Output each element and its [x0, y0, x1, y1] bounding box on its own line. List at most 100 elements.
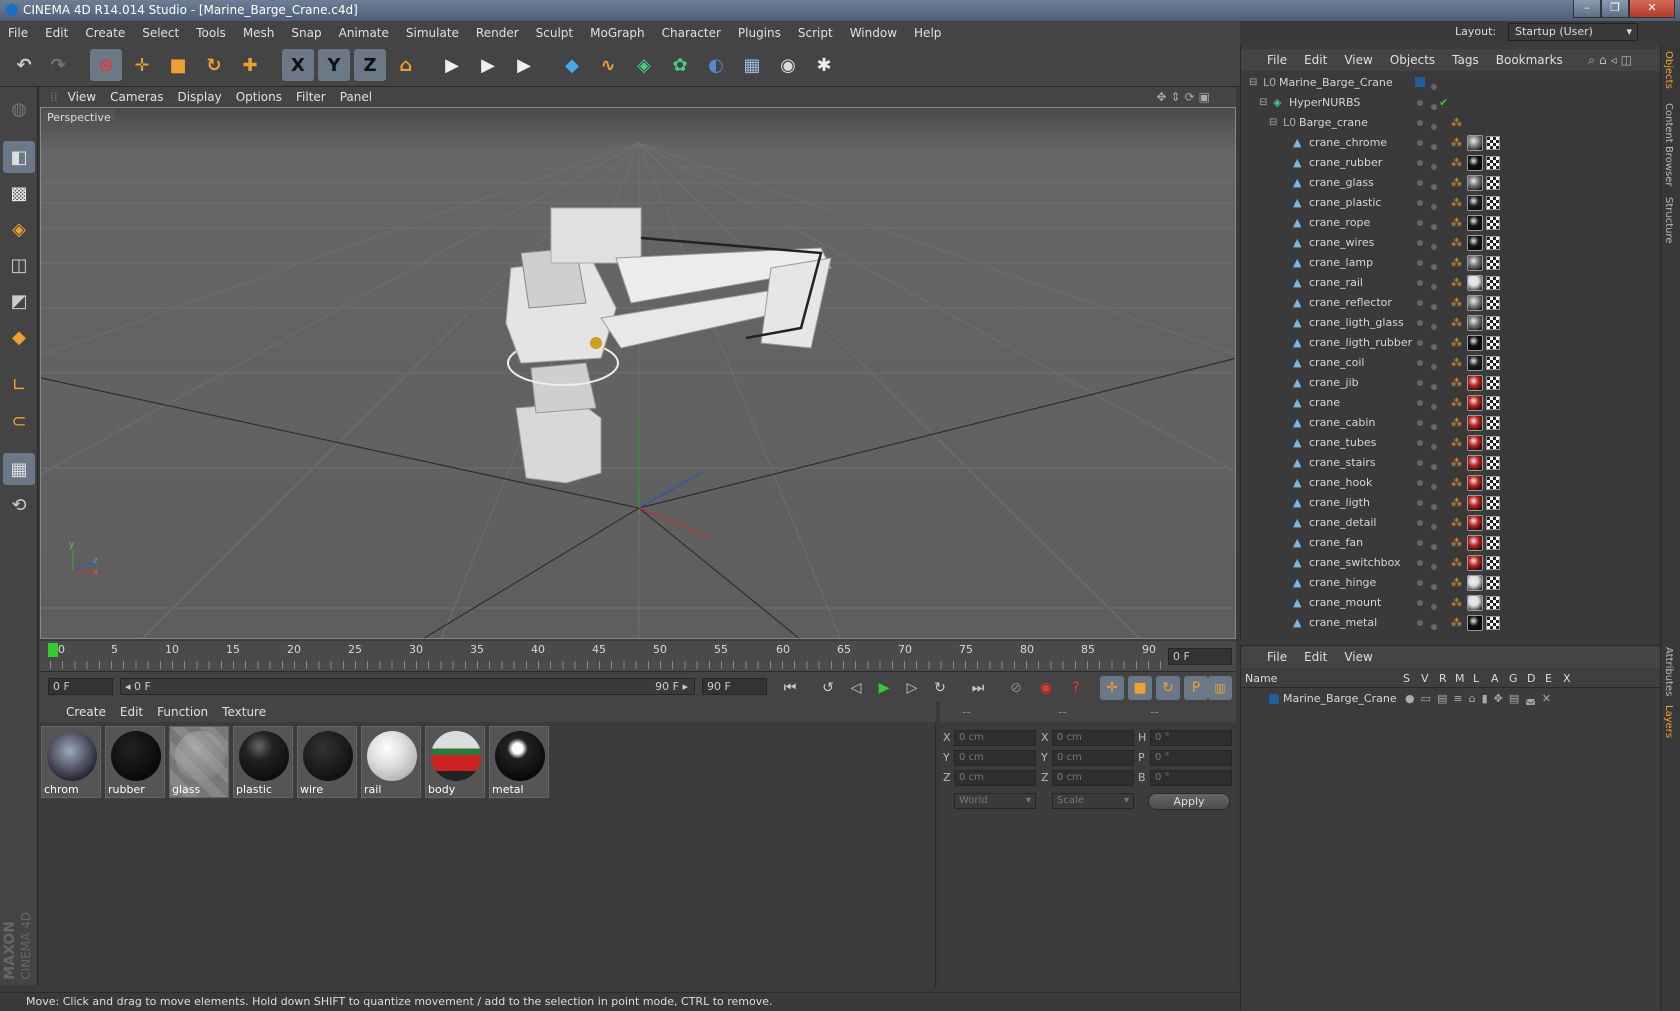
coordinate-space-dropdown[interactable]: World ▾ — [954, 793, 1036, 809]
timeline-ruler[interactable]: 0 5 10 15 20 25 30 35 40 45 50 55 60 65 … — [40, 641, 1236, 672]
material-tag-icon[interactable] — [1467, 595, 1483, 611]
frame-range-slider[interactable]: ◂ 0 F 90 F ▸ — [120, 678, 695, 695]
coordinate-system-button[interactable]: ⌂ — [390, 49, 422, 81]
phong-tag-icon[interactable]: ⁂ — [1451, 357, 1463, 369]
object-row[interactable]: ▲ crane_fan ⁂ — [1241, 533, 1661, 553]
phong-tag-icon[interactable]: ⁂ — [1451, 517, 1463, 529]
tab-content-browser[interactable]: Content Browser — [1663, 103, 1674, 186]
size-y-field[interactable]: 0 cm — [1052, 750, 1134, 766]
material-tag-icon[interactable] — [1467, 175, 1483, 191]
material-tag-icon[interactable] — [1467, 355, 1483, 371]
object-row[interactable]: ▲ crane_ligth_glass ⁂ — [1241, 313, 1661, 333]
viewport-menu-filter[interactable]: Filter — [296, 90, 326, 104]
render-view-button[interactable]: ▶ — [436, 49, 468, 81]
key-parameter-icon[interactable]: P — [1184, 676, 1208, 700]
uvw-tag-icon[interactable] — [1486, 516, 1500, 530]
expand-toggle-icon[interactable] — [1279, 337, 1291, 349]
layout-dropdown[interactable]: Startup (User) ▾ — [1508, 23, 1638, 41]
material-swatch[interactable]: plastic — [233, 726, 293, 798]
layer-col-s[interactable]: S — [1403, 672, 1410, 685]
recent-tool-button[interactable]: ✚ — [234, 49, 266, 81]
expand-toggle-icon[interactable] — [1279, 617, 1291, 629]
polygon-mode-icon[interactable]: ◆ — [3, 321, 35, 353]
uvw-tag-icon[interactable] — [1486, 196, 1500, 210]
array-icon[interactable]: ✿ — [664, 49, 696, 81]
menu-help[interactable]: Help — [914, 26, 941, 40]
size-mode-dropdown[interactable]: Scale ▾ — [1052, 793, 1134, 809]
phong-tag-icon[interactable]: ⁂ — [1451, 197, 1463, 209]
menu-select[interactable]: Select — [142, 26, 179, 40]
object-row[interactable]: ⊟ L0 Barge_crane ⁂ — [1241, 113, 1661, 133]
uvw-tag-icon[interactable] — [1486, 396, 1500, 410]
render-visibility-dot[interactable] — [1431, 224, 1437, 230]
position-y-field[interactable]: 0 cm — [954, 750, 1036, 766]
magnet-icon[interactable]: ⊂ — [3, 405, 35, 437]
render-visibility-dot[interactable] — [1431, 404, 1437, 410]
expand-toggle-icon[interactable] — [1279, 497, 1291, 509]
editor-visibility-dot[interactable] — [1417, 460, 1423, 466]
expand-toggle-icon[interactable] — [1279, 257, 1291, 269]
render-visibility-dot[interactable] — [1431, 124, 1437, 130]
obj-menu-tags[interactable]: Tags — [1452, 53, 1479, 67]
phong-tag-icon[interactable]: ⁂ — [1451, 237, 1463, 249]
phong-tag-icon[interactable]: ⁂ — [1451, 297, 1463, 309]
uvw-tag-icon[interactable] — [1486, 436, 1500, 450]
expand-toggle-icon[interactable] — [1279, 277, 1291, 289]
render-visibility-dot[interactable] — [1431, 524, 1437, 530]
material-swatch[interactable]: rail — [361, 726, 421, 798]
editor-visibility-dot[interactable] — [1417, 100, 1423, 106]
size-z-field[interactable]: 0 cm — [1052, 770, 1134, 786]
material-tag-icon[interactable] — [1467, 215, 1483, 231]
material-tag-icon[interactable] — [1467, 555, 1483, 571]
editor-visibility-dot[interactable] — [1417, 440, 1423, 446]
editor-visibility-dot[interactable] — [1417, 380, 1423, 386]
menu-create[interactable]: Create — [85, 26, 125, 40]
material-tag-icon[interactable] — [1467, 295, 1483, 311]
render-visibility-dot[interactable] — [1431, 164, 1437, 170]
expand-toggle-icon[interactable] — [1279, 557, 1291, 569]
render-visibility-dot[interactable] — [1431, 204, 1437, 210]
phong-tag-icon[interactable]: ⁂ — [1451, 337, 1463, 349]
expand-toggle-icon[interactable] — [1279, 297, 1291, 309]
model-mode-icon[interactable]: ◧ — [3, 141, 35, 173]
key-scale-icon[interactable]: ■ — [1128, 676, 1152, 700]
layer-menu-file[interactable]: File — [1267, 650, 1287, 664]
expand-toggle-icon[interactable] — [1279, 457, 1291, 469]
object-row[interactable]: ▲ crane_stairs ⁂ — [1241, 453, 1661, 473]
object-row[interactable]: ▲ crane_wires ⁂ — [1241, 233, 1661, 253]
viewport-nav-icons[interactable]: ✥⇕⟳▣ — [1156, 90, 1214, 104]
render-visibility-dot[interactable] — [1431, 304, 1437, 310]
tab-objects[interactable]: Objects — [1663, 51, 1674, 89]
phong-tag-icon[interactable]: ⁂ — [1451, 257, 1463, 269]
make-editable-icon[interactable]: ◍ — [3, 93, 35, 125]
live-selection-button[interactable]: ⊙ — [90, 49, 122, 81]
material-tag-icon[interactable] — [1467, 395, 1483, 411]
editor-visibility-dot[interactable] — [1417, 340, 1423, 346]
object-row[interactable]: ▲ crane_ligth_rubber ⁂ — [1241, 333, 1661, 353]
obj-menu-file[interactable]: File — [1267, 53, 1287, 67]
viewport-menu-display[interactable]: Display — [177, 90, 221, 104]
rotation-h-field[interactable]: 0 ° — [1150, 730, 1232, 746]
close-button[interactable]: ✕ — [1629, 0, 1675, 18]
start-frame-field[interactable]: 0 F — [48, 678, 113, 695]
material-tag-icon[interactable] — [1467, 495, 1483, 511]
uvw-tag-icon[interactable] — [1486, 596, 1500, 610]
editor-visibility-dot[interactable] — [1417, 280, 1423, 286]
material-tag-icon[interactable] — [1467, 415, 1483, 431]
editor-visibility-dot[interactable] — [1417, 600, 1423, 606]
menu-window[interactable]: Window — [850, 26, 897, 40]
material-menu-create[interactable]: Create — [66, 705, 106, 719]
editor-visibility-dot[interactable] — [1417, 140, 1423, 146]
workplane-mode-icon[interactable]: ◈ — [3, 213, 35, 245]
expand-toggle-icon[interactable] — [1279, 397, 1291, 409]
material-tag-icon[interactable] — [1467, 275, 1483, 291]
editor-visibility-dot[interactable] — [1417, 560, 1423, 566]
layer-col-d[interactable]: D — [1527, 672, 1535, 685]
expand-toggle-icon[interactable] — [1279, 157, 1291, 169]
render-visibility-dot[interactable] — [1431, 564, 1437, 570]
menu-snap[interactable]: Snap — [291, 26, 321, 40]
uvw-tag-icon[interactable] — [1486, 316, 1500, 330]
apply-button[interactable]: Apply — [1148, 793, 1230, 810]
phong-tag-icon[interactable]: ⁂ — [1451, 137, 1463, 149]
obj-menu-view[interactable]: View — [1344, 53, 1372, 67]
